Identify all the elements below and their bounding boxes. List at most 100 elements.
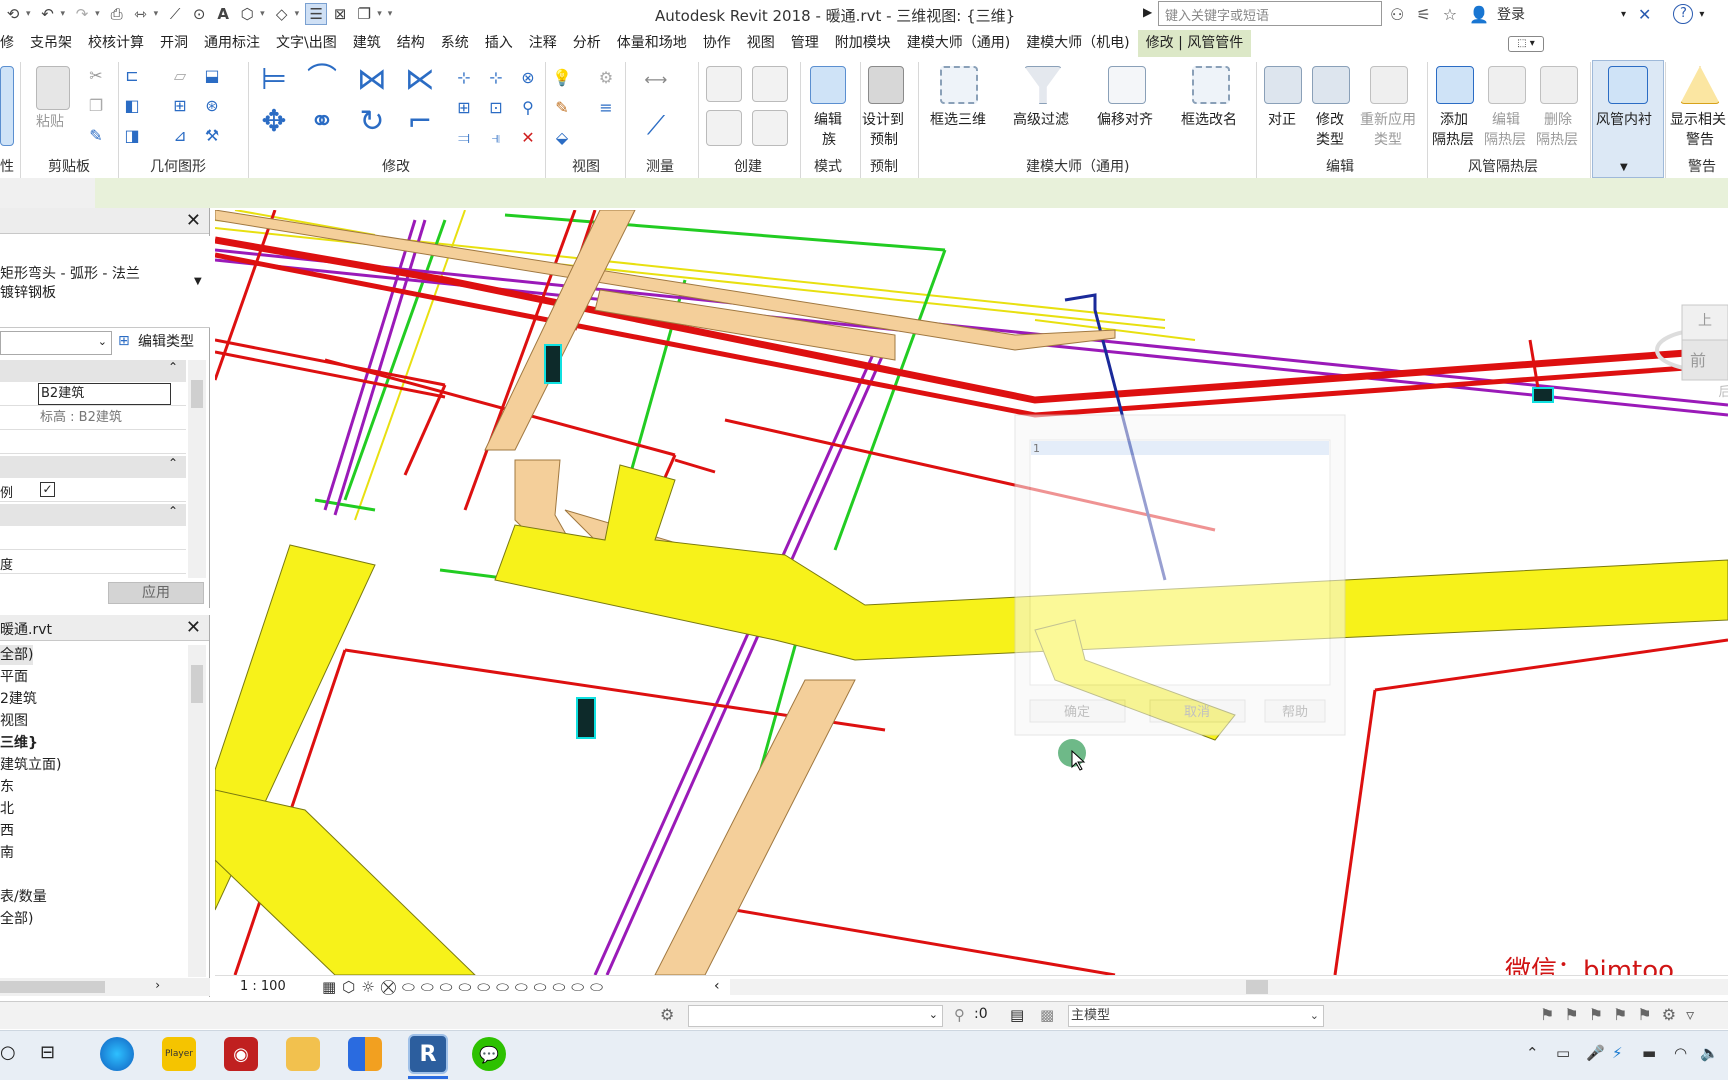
design-to-fab-icon[interactable] xyxy=(868,66,904,104)
view-control-icons[interactable]: ▦⬡☼⛒⬭⬭⬭⬭⬭⬭⬭⬭⬭⬭⬭ xyxy=(322,978,609,996)
viewcube-top-face[interactable]: 上 xyxy=(1698,313,1712,329)
store-app-icon[interactable] xyxy=(348,1037,382,1071)
rotate-icon[interactable]: ↻ xyxy=(354,107,390,148)
offset-align-button[interactable]: 偏移对齐 xyxy=(1097,110,1153,130)
chevron-down-icon[interactable]: ▾ xyxy=(260,9,265,19)
create-group-icon[interactable] xyxy=(706,110,742,146)
chevron-down-icon[interactable]: ▾ xyxy=(1699,9,1704,20)
view-scale[interactable]: 1 : 100 xyxy=(240,979,286,994)
paste-button[interactable]: 粘贴 xyxy=(36,112,64,132)
justify-button[interactable]: 对正 xyxy=(1268,110,1296,130)
tree-item-floor-plans[interactable]: 平面 xyxy=(0,667,28,687)
box-select-3d-icon[interactable] xyxy=(940,66,978,104)
tree-item-schedules[interactable]: 表/数量 xyxy=(0,887,47,907)
add-insulation-label-1[interactable]: 添加 xyxy=(1440,110,1468,130)
match-type-icon[interactable]: ✎ xyxy=(86,126,106,146)
battery-icon[interactable]: ▬ xyxy=(1642,1044,1656,1062)
split-gap-icon[interactable]: ⊹ xyxy=(486,68,506,88)
scroll-thumb[interactable] xyxy=(191,665,203,703)
tree-item-east[interactable]: 东 xyxy=(0,777,14,797)
section-icon[interactable]: ◇ xyxy=(271,3,293,25)
communication-icon[interactable]: ⚟ xyxy=(1416,5,1430,24)
hammer-icon[interactable]: ⚒ xyxy=(202,126,222,146)
properties-section[interactable]: ⌃ xyxy=(0,504,186,526)
design-to-fab-label-2[interactable]: 预制 xyxy=(870,130,898,150)
close-hidden-icon[interactable]: ⊠ xyxy=(329,3,351,25)
chevron-down-icon[interactable]: ▼ xyxy=(1620,158,1628,178)
exclude-options-icon[interactable]: ▩ xyxy=(1040,1006,1054,1024)
copy-icon[interactable]: ❐ xyxy=(86,96,106,116)
expand-search-icon[interactable]: ▶ xyxy=(1143,5,1152,19)
tray-cloud-icon[interactable]: ⚡ xyxy=(1612,1044,1623,1062)
editable-only-icon[interactable]: ⚲ xyxy=(954,1006,965,1024)
override-icon[interactable]: ≡ xyxy=(596,98,616,118)
create-assembly-icon[interactable] xyxy=(706,66,742,102)
tab-massing-site[interactable]: 体量和场地 xyxy=(609,30,695,57)
properties-section[interactable]: ⌃ xyxy=(0,456,186,478)
modify-type-label-2[interactable]: 类型 xyxy=(1316,130,1344,150)
justify-icon[interactable] xyxy=(1264,66,1302,104)
chevron-down-icon[interactable]: ▾ xyxy=(295,9,300,19)
customize-qat-icon[interactable]: ▾ xyxy=(388,9,393,19)
view-hscrollbar[interactable] xyxy=(730,979,1728,995)
tree-item-schedules-all[interactable]: 全部) xyxy=(0,909,33,929)
trim-single-icon[interactable]: ⫣ xyxy=(486,128,506,148)
revit-app-icon[interactable]: R xyxy=(408,1034,448,1074)
thin-lines-icon[interactable]: ☰ xyxy=(305,3,328,25)
binoculars-icon[interactable]: ⚇ xyxy=(1390,5,1404,24)
chevron-down-icon[interactable]: ▾ xyxy=(26,9,31,19)
advanced-filter-button[interactable]: 高级过滤 xyxy=(1013,110,1069,130)
hide-icon[interactable]: ⬙ xyxy=(552,128,572,148)
tab-view[interactable]: 视图 xyxy=(739,30,783,57)
home-icon[interactable]: ⟲ xyxy=(2,3,24,25)
exchange-icon[interactable]: ✕ xyxy=(1638,5,1651,24)
mirror-axis-icon[interactable]: ⋈ xyxy=(354,65,390,106)
tab-manage[interactable]: 管理 xyxy=(783,30,827,57)
join-icon[interactable]: ◨ xyxy=(122,126,142,146)
workset-dropdown[interactable]: ⌄ xyxy=(688,1005,943,1027)
3d-view-icon[interactable]: ⬡ xyxy=(236,3,258,25)
viewcube-corner-label[interactable]: 后 xyxy=(1718,385,1728,400)
browser-hscrollbar[interactable]: › xyxy=(0,978,210,996)
aligned-dimension-icon[interactable]: ⟋ xyxy=(164,3,186,25)
collapse-icon[interactable]: ⌃ xyxy=(168,456,178,470)
viewcube-front-face[interactable]: 前 xyxy=(1690,351,1706,370)
tab-systems[interactable]: 系统 xyxy=(433,30,477,57)
chevron-down-icon[interactable]: ▾ xyxy=(154,9,159,19)
ribbon-minimize-toggle[interactable]: ⬚ ▾ xyxy=(1508,36,1544,52)
demolish-icon[interactable]: ⬓ xyxy=(202,66,222,86)
close-icon[interactable]: ✕ xyxy=(186,617,201,638)
edit-family-label-1[interactable]: 编辑 xyxy=(814,110,842,130)
tab-modify-duct-fitting[interactable]: 修改 | 风管管件 xyxy=(1137,30,1252,57)
add-insulation-icon[interactable] xyxy=(1436,66,1474,104)
copy-element-icon[interactable]: ⚭ xyxy=(304,107,340,148)
reapply-type-icon[interactable] xyxy=(1370,66,1408,104)
redo-icon[interactable]: ↷ xyxy=(71,3,93,25)
chevron-right-icon[interactable]: › xyxy=(155,978,160,992)
collapse-icon[interactable]: ⌃ xyxy=(168,360,178,374)
tab-hangers[interactable]: 支吊架 xyxy=(22,30,80,57)
tab-opening[interactable]: 开洞 xyxy=(152,30,196,57)
box-select-3d-button[interactable]: 框选三维 xyxy=(930,110,986,130)
viewcube[interactable]: 上 前 后 xyxy=(1650,290,1728,404)
delete-icon[interactable]: ✕ xyxy=(518,128,538,148)
delete-insulation-label-1[interactable]: 删除 xyxy=(1544,110,1572,130)
trim-icon[interactable]: ⌐ xyxy=(402,107,438,148)
potplayer-icon[interactable]: Player xyxy=(162,1037,196,1071)
worksets-icon[interactable]: ⚙ xyxy=(660,1005,674,1024)
print-icon[interactable]: ⎙ xyxy=(106,3,128,25)
tab-general-tag[interactable]: 通用标注 xyxy=(196,30,268,57)
split-face-icon[interactable]: ▱ xyxy=(170,66,190,86)
wall-joins-icon[interactable]: ⊿ xyxy=(170,126,190,146)
wifi-icon[interactable]: ◠ xyxy=(1674,1044,1687,1062)
split-element-icon[interactable]: ⊹ xyxy=(454,68,474,88)
scale-icon[interactable]: ⊡ xyxy=(486,98,506,118)
search-icon[interactable]: ○ xyxy=(0,1042,16,1063)
delete-insulation-label-2[interactable]: 隔热层 xyxy=(1536,130,1578,150)
dialog-cancel-button[interactable]: 取消 xyxy=(1184,705,1210,720)
tree-item-views-all[interactable]: 全部) xyxy=(0,645,34,665)
tab-bim-master-general[interactable]: 建模大师（通用) xyxy=(899,30,1018,57)
task-view-icon[interactable]: ⊟ xyxy=(40,1042,55,1063)
offset-align-icon[interactable] xyxy=(1108,66,1146,104)
property-checkbox[interactable]: ✓ xyxy=(40,482,55,497)
